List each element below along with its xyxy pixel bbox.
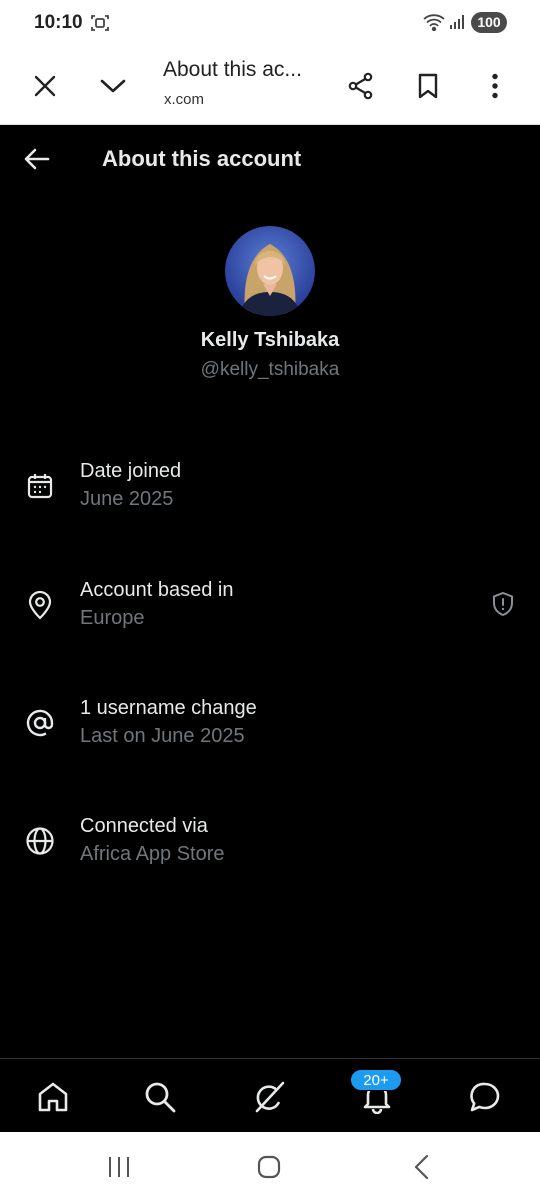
info-label: Date joined [80, 460, 182, 482]
bookmark-button[interactable] [408, 66, 448, 106]
minimize-button[interactable] [93, 66, 133, 106]
back-button[interactable] [22, 144, 52, 174]
system-home-button[interactable] [254, 1152, 284, 1182]
bookmark-icon [418, 73, 438, 99]
info-row-date-joined: Date joined June 2025 [0, 460, 540, 520]
nav-search-button[interactable] [140, 1077, 180, 1117]
info-label: Connected via [80, 815, 208, 837]
share-icon [348, 72, 373, 100]
bottom-navigation: 20+ [0, 1058, 540, 1132]
wifi-icon [423, 13, 445, 32]
info-value: June 2025 [80, 488, 174, 510]
chevron-down-icon [100, 79, 126, 93]
status-bar: 10:10 100 [0, 0, 540, 46]
nav-home-button[interactable] [33, 1077, 73, 1117]
battery-indicator: 100 [471, 12, 507, 33]
profile-name: Kelly Tshibaka [200, 329, 340, 351]
profile-handle: @kelly_tshibaka [200, 359, 340, 380]
home-icon [38, 1082, 68, 1112]
page-title: About this account [102, 146, 302, 171]
more-options-button[interactable] [475, 66, 515, 106]
info-value: Last on June 2025 [80, 725, 245, 747]
avatar[interactable] [225, 226, 315, 316]
info-row-account-based: Account based in Europe [0, 579, 540, 639]
close-tab-button[interactable] [25, 66, 65, 106]
back-chevron-icon [414, 1154, 429, 1180]
status-time: 10:10 [34, 12, 83, 33]
info-row-connected-via: Connected via Africa App Store [0, 815, 540, 875]
nav-messages-button[interactable] [465, 1077, 505, 1117]
at-sign-icon [24, 707, 56, 739]
nav-grok-button[interactable] [250, 1077, 290, 1117]
signal-icon [449, 14, 465, 30]
info-label: 1 username change [80, 697, 257, 719]
system-navigation-bar [0, 1132, 540, 1200]
notification-badge: 20+ [350, 1069, 402, 1091]
grok-icon [255, 1081, 285, 1113]
globe-icon [24, 825, 56, 857]
back-arrow-icon [24, 148, 50, 170]
info-value: Europe [80, 607, 145, 629]
calendar-icon [24, 470, 56, 502]
info-value: Africa App Store [80, 843, 225, 865]
system-back-button[interactable] [406, 1152, 436, 1182]
share-button[interactable] [341, 66, 381, 106]
browser-toolbar: About this ac... x.com [0, 46, 540, 125]
search-icon [145, 1082, 176, 1113]
close-icon [34, 75, 56, 97]
info-label: Account based in [80, 579, 234, 601]
screenshot-icon [90, 13, 110, 33]
location-pin-icon [24, 589, 56, 621]
more-vertical-icon [492, 73, 498, 99]
shield-alert-icon[interactable] [490, 591, 516, 617]
browser-page-title: About this ac... [163, 58, 302, 81]
browser-domain: x.com [164, 91, 205, 108]
chat-bubble-icon [470, 1082, 500, 1112]
info-row-username-change: 1 username change Last on June 2025 [0, 697, 540, 757]
home-square-icon [257, 1155, 281, 1179]
recent-apps-icon [109, 1157, 129, 1177]
page-header: About this account [0, 126, 540, 192]
recent-apps-button[interactable] [104, 1152, 134, 1182]
